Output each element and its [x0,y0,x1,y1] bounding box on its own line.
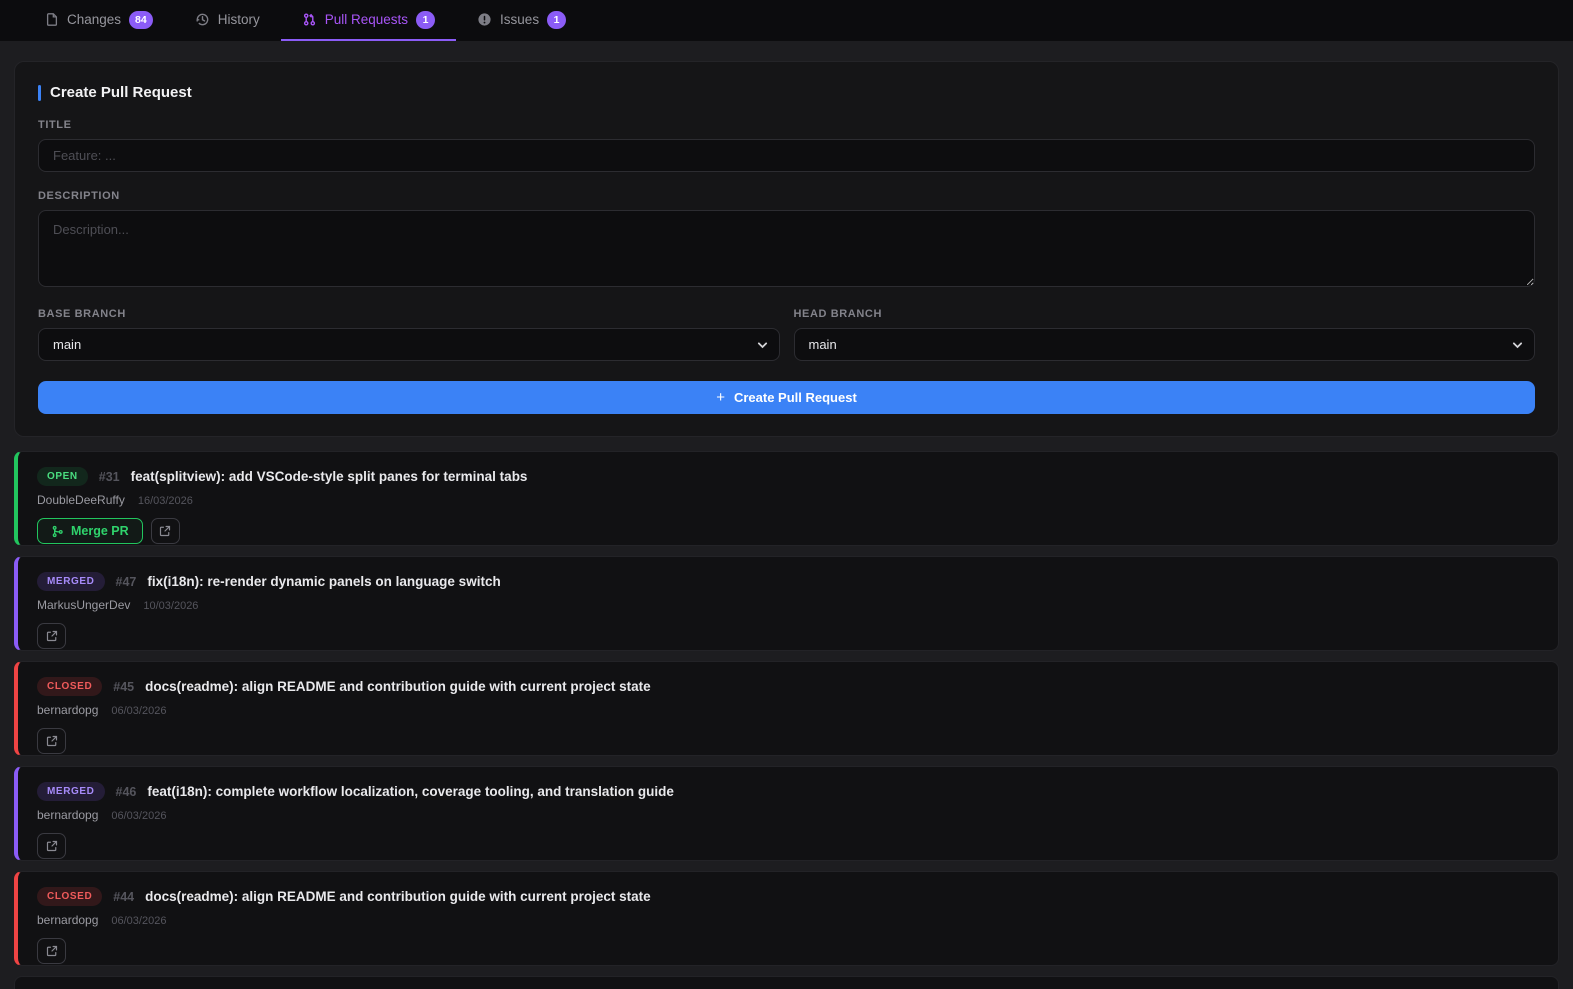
heading-accent-bar [38,84,41,101]
tab-issues[interactable]: Issues 1 [456,0,587,41]
external-link-icon [46,735,58,747]
base-branch-select[interactable]: main [38,328,780,361]
tab-changes-label: Changes [67,12,122,27]
external-link-icon [46,840,58,852]
pr-number: #44 [113,889,135,904]
pr-title: docs(readme): align README and contribut… [145,889,651,904]
panel-title: Create Pull Request [50,84,192,101]
history-icon [195,12,210,27]
open-external-button[interactable] [37,938,66,964]
issue-icon [477,12,492,27]
status-badge: CLOSED [37,677,103,696]
pr-date: 10/03/2026 [143,600,199,612]
file-icon [45,12,59,27]
external-link-icon [46,630,58,642]
pr-description-textarea[interactable] [38,210,1535,287]
pr-card: OPEN #31 feat(splitview): add VSCode-sty… [14,451,1559,546]
open-external-button[interactable] [37,728,66,754]
issues-count-badge: 1 [547,10,567,29]
external-link-icon [159,525,171,537]
status-badge: CLOSED [37,887,103,906]
tab-pull-requests-label: Pull Requests [324,12,409,27]
head-branch-column: HEAD BRANCH main [793,292,1535,361]
pr-number: #31 [98,469,120,484]
pr-card: CLOSED #45 docs(readme): align README an… [14,661,1559,756]
pr-title: feat(i18n): complete workflow localizati… [147,784,674,799]
title-field-label: TITLE [38,119,72,131]
create-pull-request-button-label: Create Pull Request [733,390,857,405]
pr-number: #46 [115,784,137,799]
open-external-button[interactable] [37,623,66,649]
pr-date: 06/03/2026 [111,810,167,822]
base-branch-column: BASE BRANCH main [38,292,780,361]
pr-author: bernardopg [37,703,99,717]
open-external-button[interactable] [37,833,66,859]
pr-author: bernardopg [37,808,99,822]
tab-pull-requests[interactable]: Pull Requests 1 [280,0,457,41]
plus-icon: + [716,389,725,406]
head-branch-label: HEAD BRANCH [793,308,882,320]
pr-author: bernardopg [37,913,99,927]
pull-requests-count-badge: 1 [416,10,436,29]
pr-title-input[interactable] [38,139,1535,172]
pr-number: #47 [115,574,137,589]
git-merge-icon [51,525,64,538]
pull-request-icon [302,12,317,27]
status-badge: OPEN [37,467,88,486]
tab-changes[interactable]: Changes 84 [24,0,174,41]
external-link-icon [46,945,58,957]
pr-title: feat(splitview): add VSCode-style split … [130,469,528,484]
pr-date: 06/03/2026 [111,705,167,717]
pull-request-list: OPEN #31 feat(splitview): add VSCode-sty… [14,451,1559,989]
open-external-button[interactable] [150,518,180,544]
pr-card: MERGED #46 feat(i18n): complete workflow… [14,766,1559,861]
tab-issues-label: Issues [500,12,540,27]
changes-count-badge: 84 [129,10,153,29]
branch-row: BASE BRANCH main HEAD BRANCH main [38,292,1535,361]
merge-pr-button[interactable]: Merge PR [37,518,143,544]
pr-author: DoubleDeeRuffy [37,493,125,507]
tab-history[interactable]: History [174,0,281,41]
pr-author: MarkusUngerDev [37,598,131,612]
tab-history-label: History [217,12,260,27]
pr-title: fix(i18n): re-render dynamic panels on l… [147,574,501,589]
description-field-label: DESCRIPTION [38,190,120,202]
top-tab-bar: Changes 84 History Pull Requests 1 Issue… [0,0,1573,41]
create-pull-request-button[interactable]: + Create Pull Request [38,381,1535,414]
pr-date: 16/03/2026 [137,495,193,507]
status-badge: MERGED [37,572,105,591]
merge-pr-button-label: Merge PR [71,524,129,538]
create-pull-request-panel: Create Pull Request TITLE DESCRIPTION BA… [14,61,1559,437]
pr-title: docs(readme): align README and contribut… [145,679,651,694]
base-branch-label: BASE BRANCH [38,308,126,320]
pr-number: #45 [113,679,135,694]
pr-card: CLOSED #44 docs(readme): align README an… [14,871,1559,966]
status-badge: MERGED [37,782,105,801]
panel-heading: Create Pull Request [38,84,1535,101]
pr-date: 06/03/2026 [111,915,167,927]
partial-card [14,976,1559,989]
head-branch-select[interactable]: main [793,328,1535,361]
pr-card: MERGED #47 fix(i18n): re-render dynamic … [14,556,1559,651]
